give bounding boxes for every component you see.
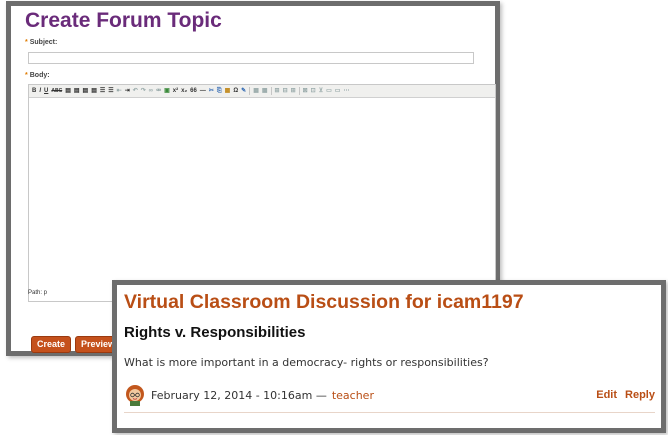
special-char-button[interactable]: Ω: [233, 87, 238, 95]
body-label-text: Body:: [29, 72, 50, 79]
post-actions: Edit Reply: [596, 389, 655, 401]
underline-button[interactable]: U: [44, 87, 48, 95]
divider: [124, 412, 655, 413]
create-forum-topic-title: Create Forum Topic: [25, 9, 222, 32]
discussion-title: Virtual Classroom Discussion for icam119…: [124, 291, 524, 313]
create-button[interactable]: Create: [31, 336, 72, 353]
link-icon[interactable]: ∞: [149, 87, 153, 95]
discussion-panel: Virtual Classroom Discussion for icam119…: [112, 280, 666, 433]
bold-button[interactable]: B: [32, 87, 36, 95]
topic-subtitle: Rights v. Responsibilities: [124, 324, 306, 341]
blockquote-button[interactable]: 66: [190, 87, 197, 95]
required-marker: *: [25, 39, 28, 46]
editor-path: Path: p: [28, 290, 48, 296]
edit-html-icon[interactable]: ✎: [241, 87, 246, 95]
bullet-list-icon[interactable]: ☰: [100, 87, 105, 95]
copy-icon[interactable]: ⎘: [217, 87, 222, 95]
cell-props-icon[interactable]: ⊡: [311, 87, 316, 95]
subscript-button[interactable]: x₂: [181, 87, 187, 95]
align-right-icon[interactable]: ▤: [83, 87, 89, 95]
edit-link[interactable]: Edit: [596, 389, 617, 401]
toolbar-separator: [270, 87, 272, 95]
teacher-avatar-icon: [126, 385, 144, 406]
body-label: * Body:: [25, 72, 50, 79]
superscript-button[interactable]: x²: [173, 87, 178, 95]
italic-button[interactable]: I: [39, 87, 41, 95]
image-icon[interactable]: ▣: [164, 87, 170, 95]
required-marker: *: [25, 72, 28, 79]
table-props-icon[interactable]: ▦: [262, 87, 268, 95]
delete-row-icon[interactable]: ⊟: [283, 87, 288, 95]
table-icon[interactable]: ▦: [253, 87, 259, 95]
indent-icon[interactable]: ⇥: [125, 87, 130, 95]
align-center-icon[interactable]: ▤: [74, 87, 80, 95]
subject-input[interactable]: [28, 52, 474, 64]
editor-content-area[interactable]: [29, 98, 495, 301]
toolbar-separator: [249, 87, 251, 95]
cut-icon[interactable]: ✂: [209, 87, 214, 95]
post-date: February 12, 2014 - 10:16am —: [151, 388, 327, 402]
outdent-icon[interactable]: ⇤: [117, 87, 122, 95]
filter-icon[interactable]: ⊻: [319, 87, 323, 95]
toolbar-separator: [298, 87, 300, 95]
reply-link[interactable]: Reply: [625, 389, 655, 401]
layer-icon[interactable]: ▭: [335, 87, 341, 95]
post-meta: February 12, 2014 - 10:16am — teacher: [124, 384, 374, 406]
strikethrough-button[interactable]: ABC: [51, 87, 62, 95]
redo-icon[interactable]: ↷: [141, 87, 146, 95]
paste-icon[interactable]: ▦: [225, 87, 231, 95]
split-cells-icon[interactable]: ⊠: [303, 87, 308, 95]
subject-label: * Subject:: [25, 39, 57, 46]
align-left-icon[interactable]: ▤: [65, 87, 71, 95]
fullscreen-icon[interactable]: ▭: [326, 87, 332, 95]
editor-toolbar: B I U ABC ▤ ▤ ▤ ▤ ☰ ☰ ⇤ ⇥ ↶ ↷ ∞ ⚮ ▣ x² x…: [29, 85, 495, 98]
body-editor[interactable]: B I U ABC ▤ ▤ ▤ ▤ ☰ ☰ ⇤ ⇥ ↶ ↷ ∞ ⚮ ▣ x² x…: [28, 84, 496, 302]
subject-label-text: Subject:: [29, 39, 58, 46]
unlink-icon[interactable]: ⚮: [156, 87, 161, 95]
horizontal-rule-button[interactable]: —: [200, 87, 206, 95]
merge-cells-icon[interactable]: ⊞: [291, 87, 296, 95]
insert-row-icon[interactable]: ⊞: [275, 87, 280, 95]
topic-question: What is more important in a democracy- r…: [124, 356, 489, 369]
align-justify-icon[interactable]: ▤: [91, 87, 97, 95]
numbered-list-icon[interactable]: ☰: [108, 87, 113, 95]
more-icon[interactable]: ⋯: [343, 87, 349, 95]
undo-icon[interactable]: ↶: [133, 87, 138, 95]
author-link[interactable]: teacher: [332, 389, 374, 402]
